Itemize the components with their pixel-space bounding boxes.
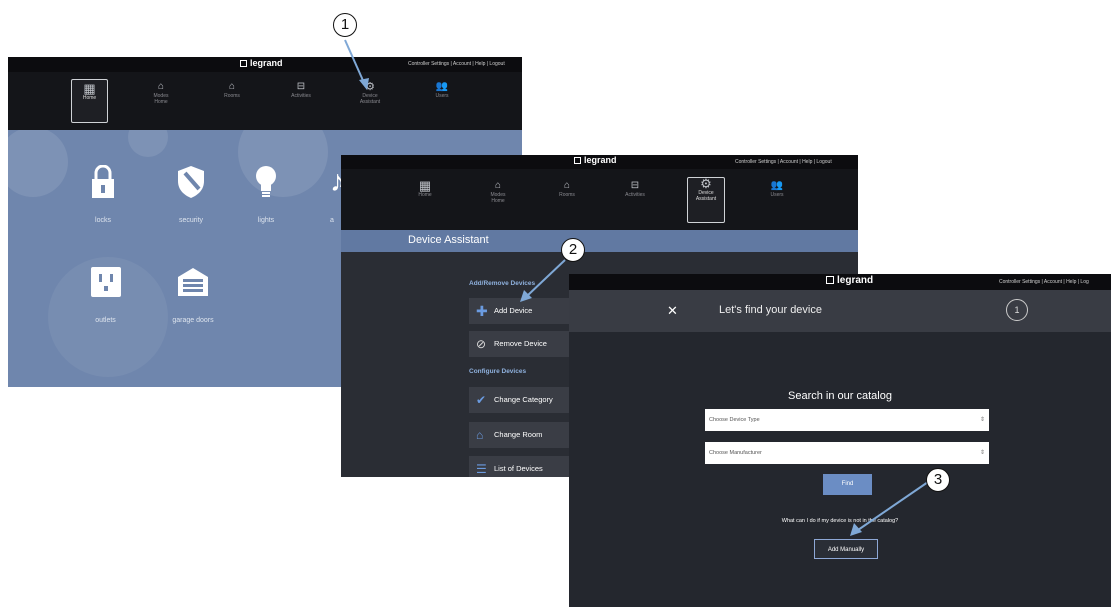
callout-1: 1 <box>333 13 357 37</box>
arrow-1 <box>344 39 366 86</box>
callout-2: 2 <box>561 238 585 262</box>
arrow-3 <box>857 481 929 531</box>
arrowhead-1 <box>359 78 369 90</box>
arrow-2 <box>526 259 566 297</box>
callout-arrows <box>344 39 929 536</box>
callout-3: 3 <box>926 468 950 492</box>
